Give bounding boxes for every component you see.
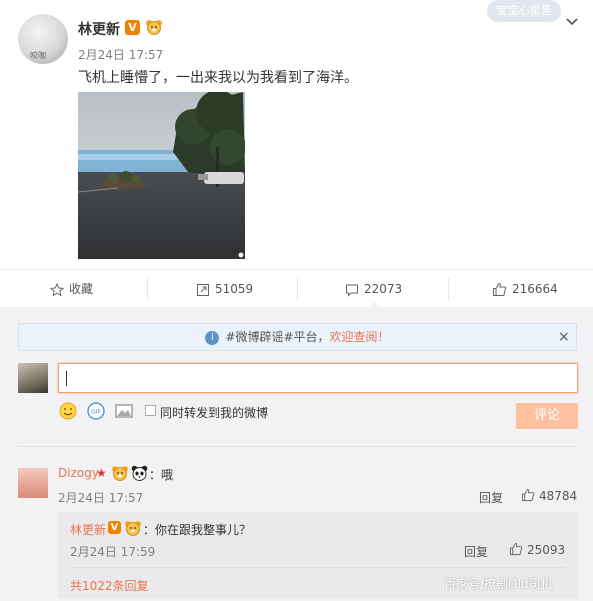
comment-text: ：哦: [149, 468, 174, 482]
comment-like-button[interactable]: 48784: [521, 488, 577, 503]
bottom-watermark: 百家号/撩剧Old司机: [444, 577, 553, 591]
divider: [70, 567, 565, 568]
comment-like-count: 48784: [539, 489, 578, 503]
rumor-notice[interactable]: i #微博辟谣#平台，欢迎查阅！: [18, 323, 577, 351]
avatar-watermark: 咬咖: [30, 51, 46, 60]
star-badge-icon: ★: [96, 466, 107, 480]
action-bar: 收藏 51059 22073 216664: [0, 269, 593, 307]
thumbs-up-icon: [521, 488, 535, 502]
reply-button[interactable]: 回复: [479, 489, 503, 506]
comment-count: 22073: [364, 282, 403, 296]
top-watermark: 宝宝心里苦: [487, 0, 561, 22]
repost-count: 51059: [215, 282, 254, 296]
info-icon: i: [205, 330, 220, 345]
sync-repost-checkbox[interactable]: [145, 405, 156, 416]
notice-link[interactable]: 欢迎查阅！: [330, 330, 390, 344]
comment-input[interactable]: [58, 363, 578, 393]
commenter-avatar[interactable]: [18, 468, 48, 498]
bear-badge-icon: [112, 466, 128, 481]
repost-button[interactable]: 51059: [196, 270, 253, 308]
gif-icon[interactable]: GIF: [86, 401, 106, 421]
like-count: 216664: [512, 282, 558, 296]
bear-badge-icon: [125, 521, 141, 536]
text-cursor: [66, 371, 67, 386]
reply-reply-button[interactable]: 回复: [464, 543, 488, 560]
reply-time: 2月24日 17:59: [70, 545, 156, 559]
view-more-replies-link[interactable]: 共1022条回复: [70, 577, 149, 594]
author-avatar[interactable]: 咬咖: [18, 14, 68, 64]
submit-comment-button[interactable]: 评论: [516, 403, 578, 429]
post-photo[interactable]: [78, 92, 245, 259]
reply-like-count: 25093: [527, 543, 566, 557]
notice-text: #微博辟谣#平台，: [225, 330, 330, 344]
sync-repost-label: 同时转发到我的微博: [160, 406, 269, 420]
verified-icon: V: [125, 20, 140, 35]
author-name[interactable]: 林更新: [78, 19, 120, 39]
divider: [18, 446, 577, 447]
post-text: 飞机上睡懵了，一出来我以为我看到了海洋。: [78, 70, 358, 86]
image-icon[interactable]: [114, 401, 134, 421]
reply-like-button[interactable]: 25093: [509, 542, 565, 557]
my-avatar[interactable]: [18, 363, 48, 393]
like-button[interactable]: 216664: [492, 270, 558, 308]
bear-badge-icon: [146, 20, 162, 35]
reply-author-name[interactable]: 林更新: [70, 521, 106, 538]
thumbs-up-icon: [509, 542, 523, 556]
comment-icon: [346, 284, 358, 297]
post-time[interactable]: 2月24日 17:57: [78, 46, 163, 63]
favorite-label: 收藏: [69, 282, 94, 296]
star-icon: [49, 282, 65, 297]
commenter-name[interactable]: Dizogy: [58, 466, 99, 480]
thumbs-up-icon: [493, 282, 507, 296]
favorite-button[interactable]: 收藏: [49, 270, 94, 308]
chevron-down-icon[interactable]: [565, 15, 579, 29]
svg-text:GIF: GIF: [91, 409, 101, 416]
close-icon[interactable]: ×: [558, 330, 570, 344]
comment-time: 2月24日 17:57: [58, 491, 144, 505]
verified-icon: V: [108, 521, 121, 534]
panda-badge-icon: [131, 465, 148, 481]
emoji-icon[interactable]: [58, 401, 78, 421]
reply-text: ：你在跟我整事儿？: [143, 523, 252, 537]
repost-icon: [197, 283, 209, 296]
